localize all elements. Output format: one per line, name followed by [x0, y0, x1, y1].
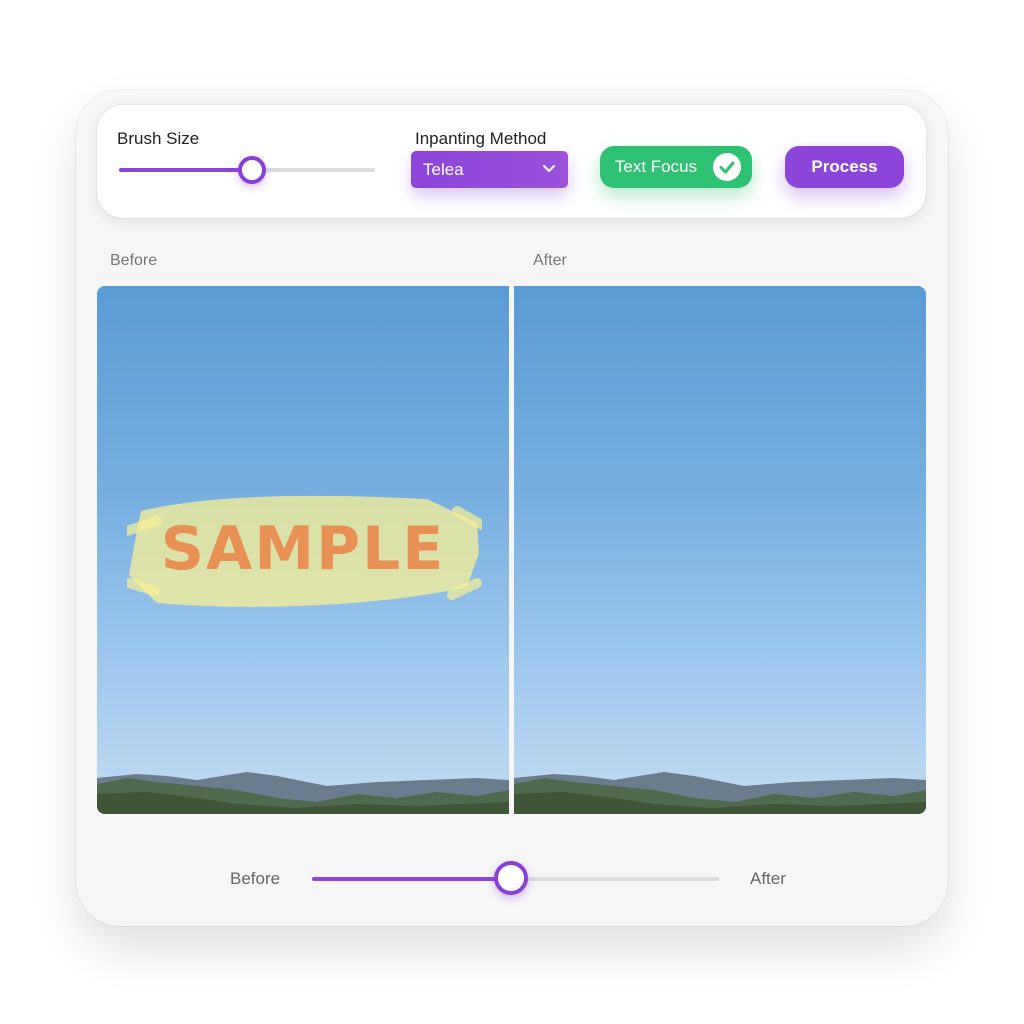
inpainting-method-label: Inpanting Method [415, 129, 547, 148]
watermark-text: SAMPLE [160, 514, 446, 584]
compare-before-label: Before [230, 869, 281, 888]
brush-size-fill [119, 168, 253, 172]
inpainting-method-value: Telea [423, 159, 464, 179]
text-focus-label: Text Focus [614, 157, 698, 176]
text-focus-toggle[interactable]: Text Focus [600, 146, 752, 188]
check-circle-icon [713, 153, 741, 181]
brush-size-knob[interactable] [238, 156, 267, 184]
after-image [514, 286, 926, 814]
process-button[interactable]: Process [785, 146, 904, 188]
before-image: SAMPLE [97, 286, 509, 814]
landscape-hills [514, 772, 926, 814]
before-pane-label: Before [110, 252, 158, 269]
inpainting-method-select[interactable]: Telea [411, 151, 568, 188]
chevron-down-icon [543, 165, 555, 172]
landscape-hills [97, 772, 509, 814]
compare-slider-fill [312, 877, 512, 881]
after-pane-label: After [533, 252, 567, 269]
brush-size-label: Brush Size [117, 129, 200, 148]
compare-after-label: After [750, 869, 786, 888]
